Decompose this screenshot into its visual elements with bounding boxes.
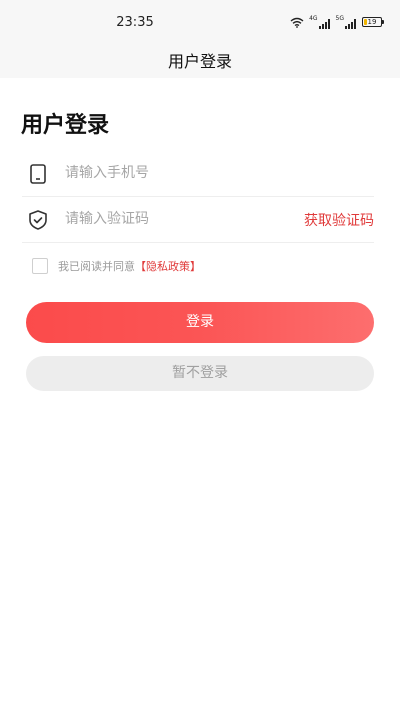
agreement-row: 我已阅读并同意 【隐私政策】	[32, 257, 201, 275]
battery-icon: 19	[362, 17, 384, 27]
code-input[interactable]	[65, 205, 285, 233]
phone-field-row	[22, 151, 374, 197]
phone-icon	[27, 163, 49, 185]
status-icons: 4G 5G 19	[290, 15, 384, 29]
signal-1: 4G	[309, 15, 330, 29]
signal-2-label: 5G	[335, 15, 344, 22]
battery-fill	[364, 19, 367, 25]
signal-bars-icon	[318, 19, 331, 29]
privacy-policy-link[interactable]: 【隐私政策】	[135, 258, 201, 274]
title-bar: 用户登录	[0, 40, 400, 78]
signal-2: 5G	[336, 15, 357, 29]
battery-level: 19	[367, 18, 377, 26]
login-button[interactable]: 登录	[26, 302, 374, 343]
status-time: 23:35	[116, 15, 154, 30]
title-bar-title: 用户登录	[167, 52, 232, 71]
signal-bars-icon	[345, 19, 357, 29]
agreement-checkbox[interactable]	[32, 258, 48, 274]
shield-check-icon	[27, 209, 49, 231]
code-field-row: 获取验证码	[22, 197, 374, 243]
page-heading: 用户登录	[21, 113, 110, 138]
skip-login-button[interactable]: 暂不登录	[26, 356, 374, 391]
signal-1-label: 4G	[309, 15, 318, 22]
phone-input[interactable]	[65, 159, 285, 187]
status-bar: 23:35 4G 5G 19	[0, 0, 400, 40]
wifi-icon	[290, 17, 304, 28]
get-code-button[interactable]: 获取验证码	[304, 210, 374, 230]
agreement-text: 我已阅读并同意	[58, 260, 135, 273]
